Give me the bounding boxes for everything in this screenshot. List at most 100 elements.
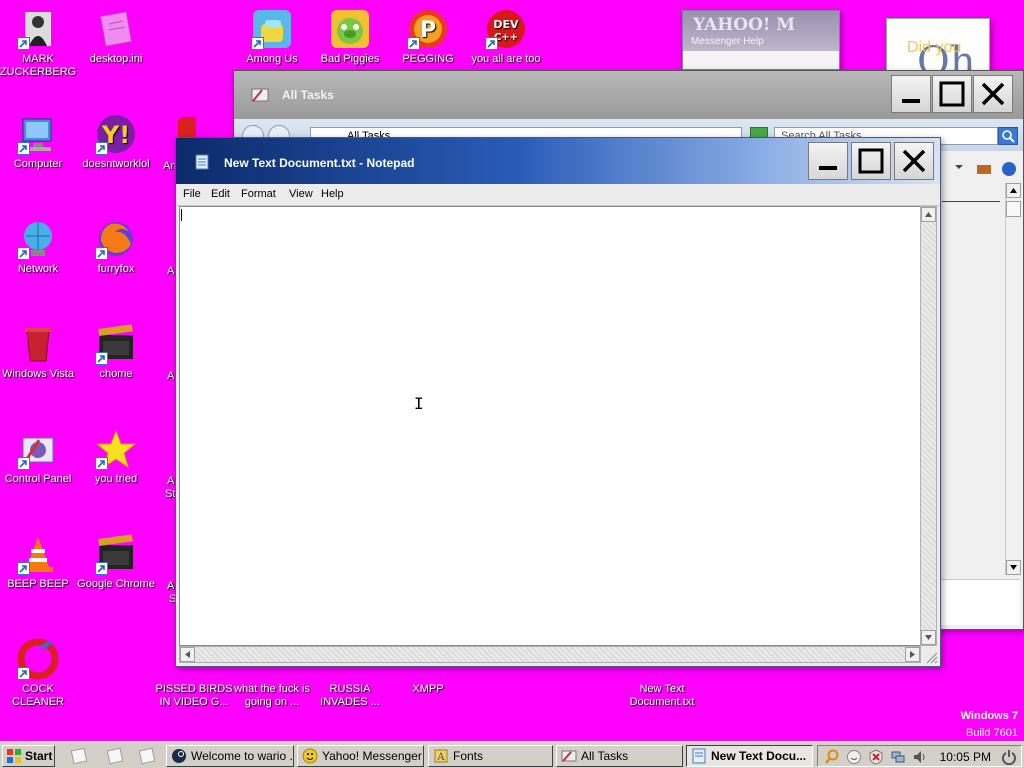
quick-launch-icon[interactable]	[70, 747, 88, 765]
fonts-icon: A	[434, 749, 448, 763]
menu-view[interactable]: View	[289, 188, 313, 200]
desktop-icon-label: New Text Document.txt	[629, 683, 695, 708]
desktop-icon-label: chome	[99, 368, 133, 380]
menu-format[interactable]: Format	[241, 188, 276, 200]
search-icon[interactable]	[824, 749, 840, 765]
taskbar-button-label: Yahoo! Messenger	[322, 749, 422, 763]
vertical-scrollbar[interactable]	[1005, 183, 1021, 575]
scroll-right-button[interactable]	[905, 647, 920, 662]
control-panel-icon	[251, 88, 269, 102]
messenger-tray-icon[interactable]	[846, 749, 862, 765]
maximize-button[interactable]	[932, 75, 972, 113]
vertical-scrollbar[interactable]	[920, 206, 937, 646]
horizontal-scrollbar[interactable]	[179, 646, 921, 663]
control-panel-icon	[561, 750, 577, 762]
desktop-icon-label: PEGGING	[402, 53, 454, 65]
desktop-icon-label: you tried	[94, 473, 138, 485]
scroll-down-button[interactable]	[1006, 560, 1021, 575]
start-button[interactable]: Start	[2, 745, 55, 767]
desktop-icon-label: you all are too	[471, 53, 541, 65]
did-you-window[interactable]: Oh Did you	[886, 18, 990, 76]
desktop-icon-you-tried[interactable]: you tried	[77, 428, 155, 486]
computer-icon	[17, 113, 59, 155]
desktop-icon-doesntworklol[interactable]: Y! doesntworklol	[77, 113, 155, 171]
desktop-icon-google-chrome[interactable]: Google Chrome	[77, 533, 155, 591]
desktop-icon-among-us[interactable]: Among Us	[233, 8, 311, 66]
desktop-icon-mark-zuckerberg[interactable]: MARK ZUCKERBERG	[0, 8, 77, 79]
devcpp-icon: DEV C++	[485, 8, 527, 50]
scroll-thumb[interactable]	[1006, 201, 1021, 217]
taskbar-button-welcome[interactable]: Welcome to wario ...	[166, 745, 294, 767]
file-icon	[95, 8, 137, 50]
svg-text:A: A	[436, 752, 445, 763]
taskbar-button-label: Fonts	[453, 749, 484, 763]
clock[interactable]: 10:05 PM	[940, 750, 991, 764]
left-arrow-icon	[185, 651, 190, 658]
taskbar-button-yahoo[interactable]: Yahoo! Messenger	[297, 745, 424, 767]
desktop-icon-furryfox[interactable]: furryfox	[77, 218, 155, 276]
yahoo-title: YAHOO! M	[693, 15, 796, 35]
maximize-button[interactable]	[851, 142, 891, 180]
scroll-left-button[interactable]	[180, 647, 195, 662]
desktop-icon-you-all-are-too[interactable]: DEV C++ you all are too	[467, 8, 545, 66]
search-button[interactable]	[998, 127, 1018, 145]
menu-file[interactable]: File	[183, 188, 201, 200]
scroll-up-button[interactable]	[921, 207, 936, 222]
figure-icon	[17, 8, 59, 50]
menu-edit[interactable]: Edit	[211, 188, 230, 200]
resize-grip-icon[interactable]	[924, 650, 938, 664]
yahoo-menu[interactable]: Messenger Help	[691, 36, 764, 47]
desktop-icon-control-panel[interactable]: Control Panel	[0, 428, 77, 486]
desktop-icon-pegging[interactable]: P PEGGING	[389, 8, 467, 66]
close-button[interactable]	[973, 75, 1013, 113]
taskbar-button-all-tasks[interactable]: All Tasks	[556, 745, 683, 767]
notepad-window[interactable]: New Text Document.txt - Notepad File Edi…	[175, 137, 941, 667]
desktop-icon-desktop-ini[interactable]: desktop.ini	[77, 8, 155, 66]
os-watermark-build: Build 7601	[966, 727, 1018, 739]
taskbar-button-label: Welcome to wario ...	[191, 749, 294, 763]
all-tasks-right-tools	[934, 161, 1024, 180]
bad-piggies-icon	[329, 8, 371, 50]
desktop-icon-computer[interactable]: Computer	[0, 113, 77, 171]
yahoo-messenger-window[interactable]: YAHOO! M Messenger Help	[682, 10, 840, 70]
menu-help[interactable]: Help	[321, 188, 344, 200]
taskbar: Start Welcome to wario ... Yahoo! Messen…	[0, 741, 1024, 768]
power-icon[interactable]	[1001, 749, 1017, 765]
desktop-icon-chome[interactable]: chome	[77, 323, 155, 381]
minimize-button[interactable]	[808, 142, 848, 180]
security-alert-icon[interactable]	[868, 749, 884, 765]
taskbar-button-notepad[interactable]: New Text Docu...	[686, 745, 813, 767]
close-button[interactable]	[894, 142, 934, 180]
divider	[942, 201, 1000, 202]
all-tasks-titlebar[interactable]: All Tasks	[234, 71, 1023, 119]
minimize-button[interactable]	[891, 75, 931, 113]
all-tasks-title: All Tasks	[282, 88, 334, 102]
partial-icon-label: A	[167, 370, 175, 382]
notepad-titlebar[interactable]: New Text Document.txt - Notepad	[176, 138, 940, 184]
quick-launch-icon[interactable]	[138, 747, 156, 765]
network-tray-icon[interactable]	[890, 749, 906, 765]
desktop-icon-windows-vista[interactable]: Windows Vista	[0, 323, 77, 381]
desktop-icon-beep-beep[interactable]: BEEP BEEP	[0, 533, 77, 591]
text-editor-area[interactable]	[179, 206, 921, 646]
desktop-icon-label: furryfox	[97, 263, 135, 275]
yahoo-icon: Y!	[95, 113, 137, 155]
desktop-icon-label: XMPP	[412, 683, 444, 695]
steam-icon	[172, 749, 186, 763]
desktop-icon-label: Computer	[13, 158, 63, 170]
taskbar-button-fonts[interactable]: A Fonts	[428, 745, 553, 767]
minimize-icon	[902, 99, 920, 103]
ccleaner-icon	[17, 638, 59, 680]
desktop-icon-cock-cleaner[interactable]: COCK CLEANER	[0, 638, 77, 709]
taskbar-button-label: New Text Docu...	[711, 749, 807, 763]
svg-text:P: P	[420, 18, 436, 43]
quick-launch-icon[interactable]	[106, 747, 124, 765]
partial-icon-label: A	[167, 475, 175, 487]
desktop-icon-network[interactable]: Network	[0, 218, 77, 276]
scroll-down-button[interactable]	[921, 630, 936, 645]
maximize-icon	[939, 81, 965, 107]
volume-icon[interactable]	[912, 749, 928, 765]
desktop-icon-bad-piggies[interactable]: Bad Piggies	[311, 8, 389, 66]
scroll-up-button[interactable]	[1006, 183, 1021, 198]
desktop-icon-label: BEEP BEEP	[7, 578, 69, 590]
